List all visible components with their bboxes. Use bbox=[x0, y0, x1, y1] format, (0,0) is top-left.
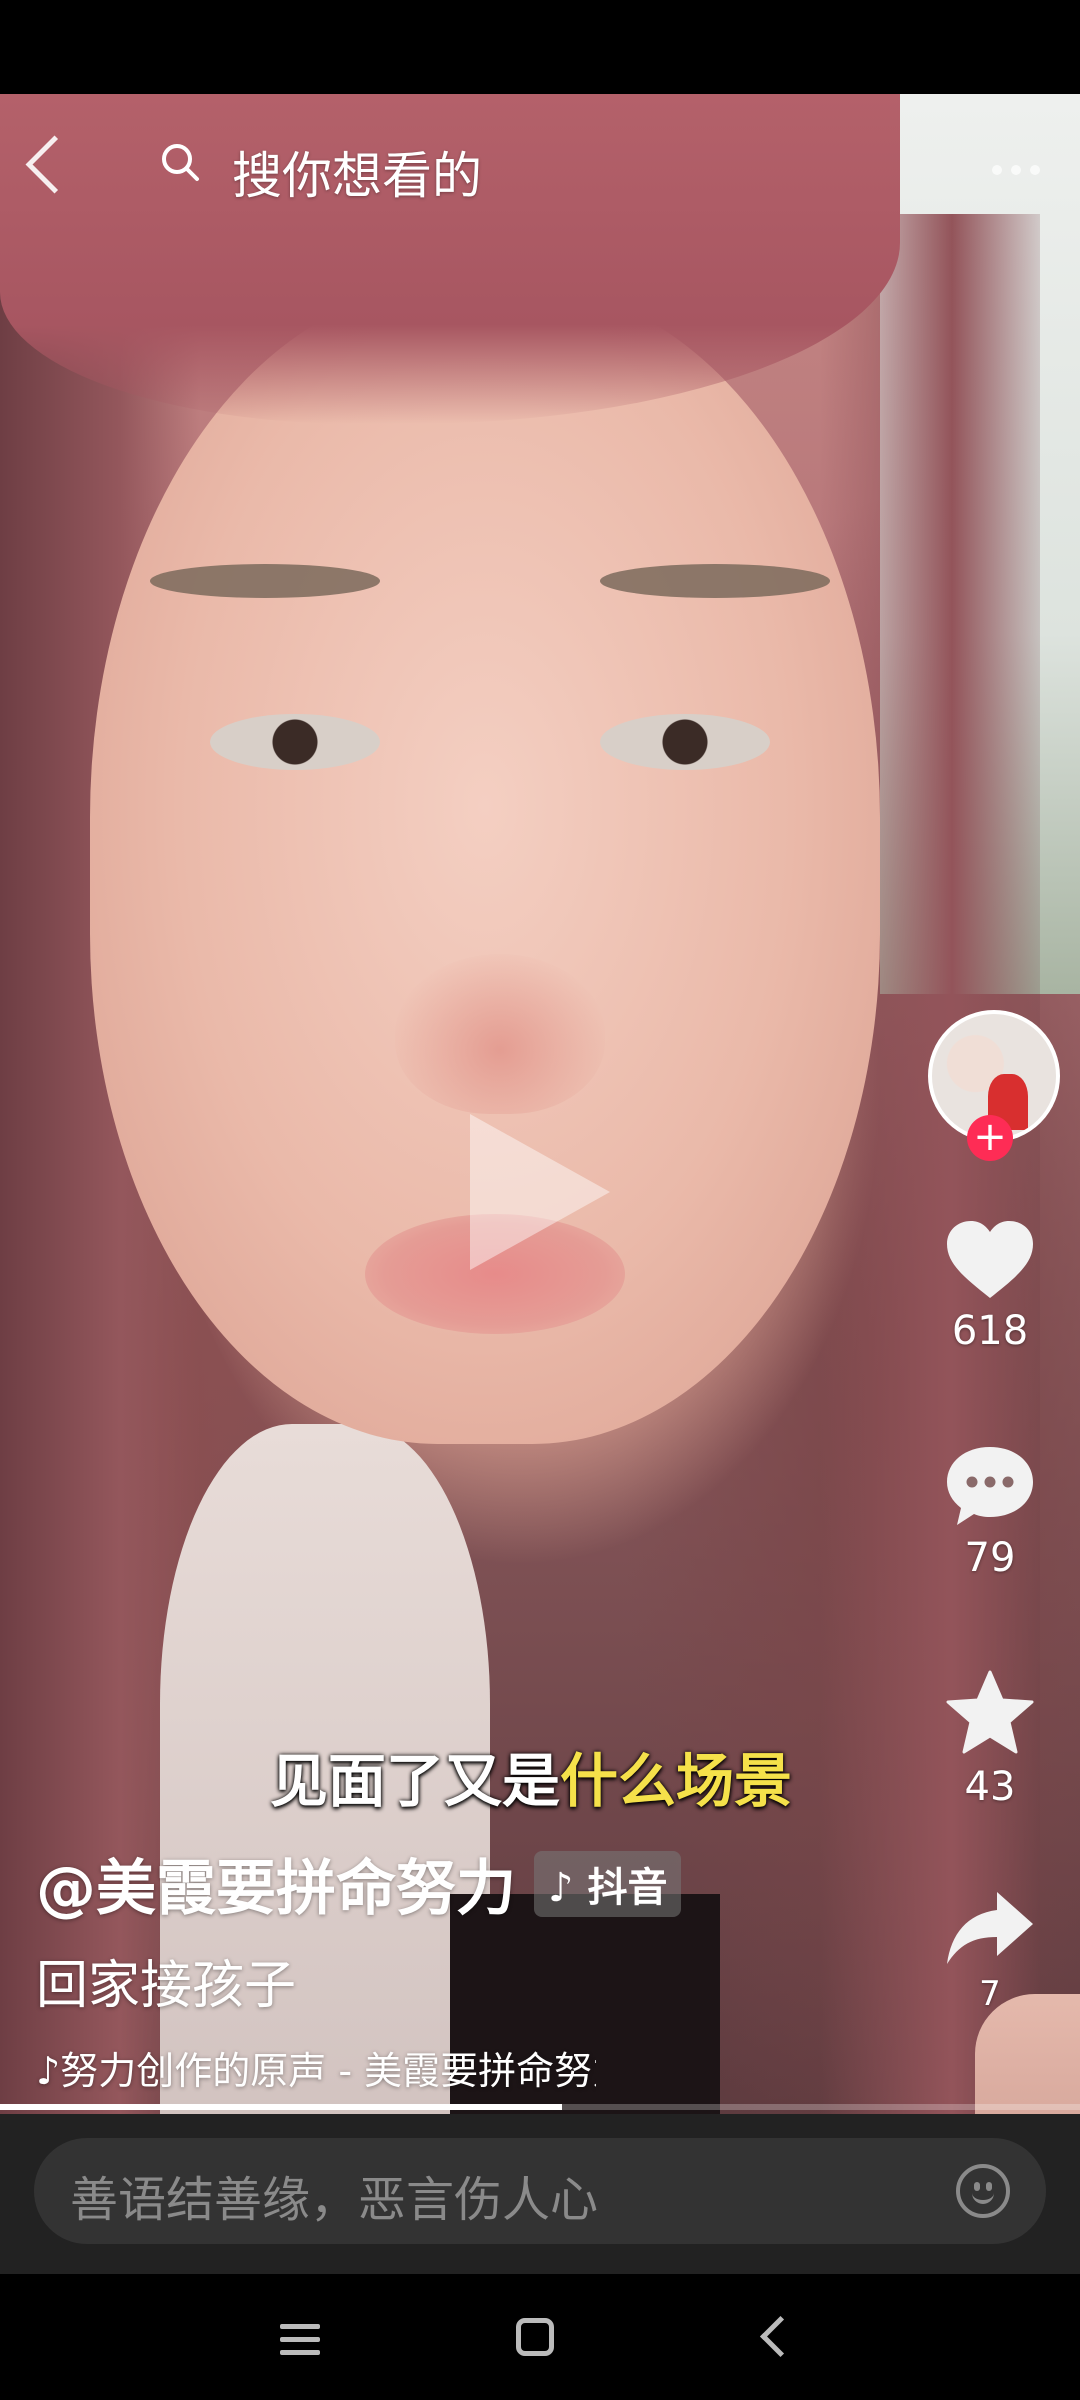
comment-input[interactable]: 善语结善缘，恶言伤人心 bbox=[34, 2138, 1046, 2244]
left-eye bbox=[210, 714, 380, 770]
system-nav-bar bbox=[0, 2274, 1080, 2400]
video-info: @美霞要拼命努力 ♪ 抖音 回家接孩子 ♪努力创作的原声 - 美霞要拼命努力 bbox=[36, 1840, 896, 2095]
more-dots-icon[interactable] bbox=[992, 160, 1052, 175]
star-icon bbox=[946, 1670, 1034, 1754]
favorite-button[interactable]: 43 bbox=[920, 1670, 1060, 1810]
platform-tag: ♪ 抖音 bbox=[534, 1850, 682, 1917]
caption-highlight: 什么场景 bbox=[560, 1747, 793, 1815]
video-player[interactable]: 见面了又是什么场景 bbox=[0, 94, 1080, 2114]
share-arrow-icon bbox=[947, 1892, 1033, 1964]
music-link[interactable]: ♪努力创作的原声 - 美霞要拼命努力 bbox=[36, 2040, 596, 2095]
nose bbox=[395, 954, 605, 1114]
status-bar bbox=[0, 0, 1080, 94]
play-icon[interactable] bbox=[470, 1114, 610, 1270]
music-note-icon: ♪ bbox=[36, 2049, 61, 2093]
share-button[interactable]: 7 bbox=[920, 1890, 1060, 2014]
caption-white: 见面了又是 bbox=[270, 1747, 561, 1815]
video-caption: 见面了又是什么场景 bbox=[270, 1734, 792, 1818]
author-name[interactable]: @美霞要拼命努力 bbox=[36, 1840, 516, 1927]
comment-placeholder: 善语结善缘，恶言伤人心 bbox=[70, 2172, 599, 2228]
video-description: 回家接孩子 bbox=[36, 1956, 297, 2016]
comment-bar: 善语结善缘，恶言伤人心 bbox=[0, 2114, 1080, 2274]
hair-right bbox=[820, 214, 1040, 2114]
video-progress-bar[interactable] bbox=[0, 2104, 1080, 2110]
right-eye bbox=[600, 714, 770, 770]
emoji-icon[interactable] bbox=[956, 2164, 1010, 2218]
system-back-icon[interactable] bbox=[759, 2315, 802, 2358]
platform-tag-label: 抖音 bbox=[587, 1864, 668, 1911]
home-icon[interactable] bbox=[516, 2318, 554, 2356]
right-eyebrow bbox=[600, 564, 830, 598]
music-title: 努力创作的原声 - 美霞要拼命努力 bbox=[60, 2049, 596, 2093]
comment-bubble-icon bbox=[947, 1447, 1033, 1525]
video-progress-fill bbox=[0, 2104, 562, 2110]
favorite-count: 43 bbox=[964, 1764, 1016, 1810]
share-count: 7 bbox=[979, 1974, 1001, 2014]
recent-apps-icon[interactable] bbox=[280, 2324, 320, 2355]
comment-button[interactable]: 79 bbox=[920, 1445, 1060, 1581]
top-nav: 搜你想看的 bbox=[0, 130, 1080, 210]
like-count: 618 bbox=[951, 1308, 1029, 1354]
follow-button[interactable]: + bbox=[967, 1115, 1013, 1161]
comment-count: 79 bbox=[964, 1535, 1016, 1581]
left-eyebrow bbox=[150, 564, 380, 598]
like-button[interactable]: 618 bbox=[920, 1220, 1060, 1354]
search-icon[interactable] bbox=[160, 142, 200, 182]
back-chevron-icon[interactable] bbox=[25, 135, 84, 194]
heart-icon bbox=[947, 1221, 1033, 1298]
screen: 见面了又是什么场景 搜你想看的 + 618 79 43 7 @美霞要拼命努力 ♪… bbox=[0, 0, 1080, 2400]
search-input[interactable]: 搜你想看的 bbox=[232, 136, 482, 208]
music-note-icon: ♪ bbox=[548, 1864, 574, 1911]
